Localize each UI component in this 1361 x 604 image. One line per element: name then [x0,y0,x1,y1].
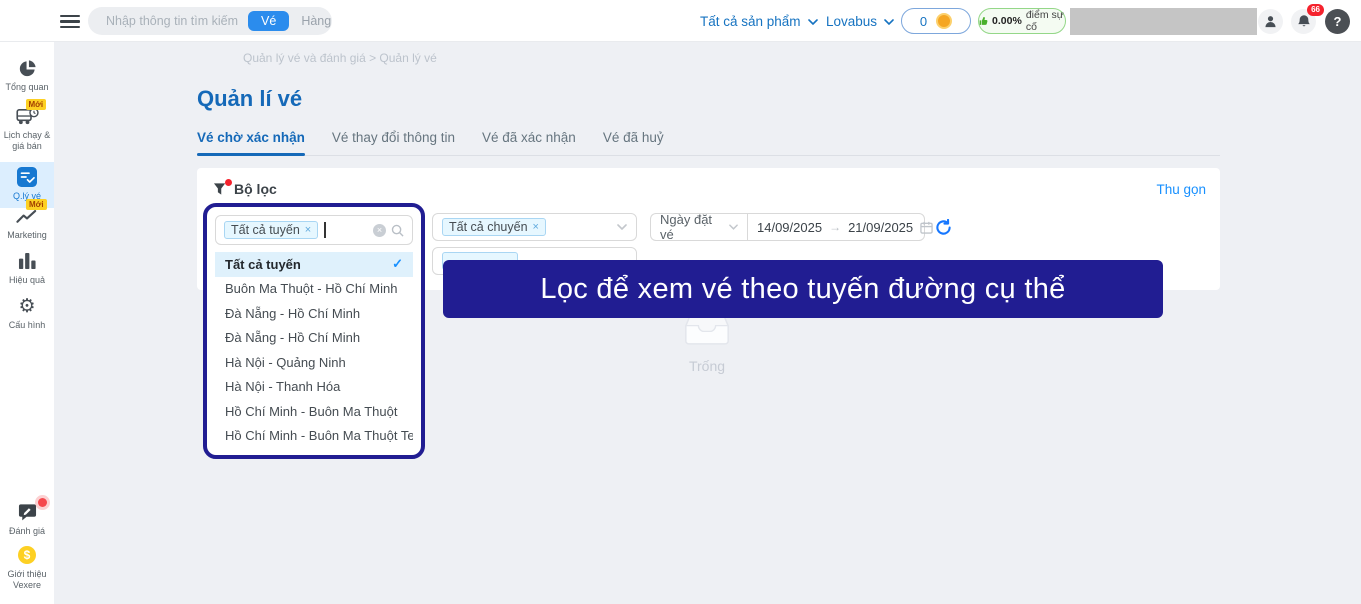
incident-score-pill[interactable]: 0.00% điểm sự cố [978,8,1066,34]
global-search[interactable]: Nhập thông tin tìm kiếm Vé Hàng [88,7,332,35]
breadcrumb: Quản lý vé và đánh giá > Quản lý vé [243,51,437,65]
new-badge: Mới [26,99,47,110]
tag-close-icon[interactable]: × [533,221,539,233]
search-icon [391,224,404,237]
app-screen: Nhập thông tin tìm kiếm Vé Hàng Tất cả s… [0,0,1361,604]
page-title: Quản lí vé [197,86,302,112]
tab-ve-thay-doi-thong-tin[interactable]: Vé thay đổi thông tin [332,130,455,145]
clear-icon[interactable]: × [373,224,386,237]
empty-state-label: Trống [657,358,757,374]
check-icon: ✓ [392,256,403,272]
text-cursor [324,222,326,238]
sidebar-item-marketing[interactable]: Mới Marketing [0,206,54,241]
product-dropdown[interactable]: Tất cả sản phẩm [700,14,818,29]
question-mark-icon: ? [1334,14,1342,29]
segment-ticket-button[interactable]: Vé [248,11,289,31]
chevron-down-icon [617,224,627,230]
notification-count-badge: 66 [1307,4,1324,16]
chevron-down-icon [808,19,818,25]
route-option[interactable]: Hà Nội - Thanh Hóa [215,375,413,400]
incident-percent: 0.00% [992,15,1022,27]
route-filter-highlight: Tất cả tuyến × × Tất cả tuyến ✓ Buôn Ma … [203,203,425,459]
sidebar-item-tong-quan[interactable]: Tổng quan [0,58,54,93]
route-option[interactable]: Đà Nẵng - Hồ Chí Minh [215,301,413,326]
tab-ve-cho-xac-nhan[interactable]: Vé chờ xác nhận [197,130,305,145]
route-option[interactable]: Hà Nội - Quảng Ninh [215,350,413,375]
tab-ve-da-xac-nhan[interactable]: Vé đã xác nhận [482,130,576,145]
refresh-icon [935,219,952,236]
route-option[interactable]: Hồ Chí Minh - Buôn Ma Thuột Test [215,424,413,449]
bell-icon [1297,14,1311,29]
date-type-select[interactable]: Ngày đặt vé [650,213,747,241]
sidebar-item-danh-gia[interactable]: Đánh giá [0,502,54,537]
date-from[interactable]: 14/09/2025 [757,220,822,235]
gear-icon: ⚙ [18,296,35,316]
filter-title: Bộ lọc [234,181,277,197]
filter-funnel-icon [213,182,228,196]
trip-filter-tag: Tất cả chuyến × [442,218,546,236]
coin-balance-pill[interactable]: 0 [901,8,971,34]
tab-ve-da-huy[interactable]: Vé đã huỷ [603,130,664,145]
chevron-down-icon [884,19,894,25]
collapse-filter-link[interactable]: Thu gọn [1156,182,1206,197]
sidebar-item-cau-hinh[interactable]: ⚙ Cấu hình [0,296,54,331]
hamburger-menu-icon[interactable] [60,15,80,31]
notification-dot [38,498,47,507]
pie-chart-icon [18,58,37,78]
segment-goods-button[interactable]: Hàng [289,11,343,31]
route-filter-tag: Tất cả tuyến × [224,221,318,239]
route-option[interactable]: Đà Nẵng - Hồ Chí Minh [215,326,413,351]
date-range-picker[interactable]: 14/09/2025 → 21/09/2025 [747,213,925,241]
user-profile-button[interactable] [1258,9,1283,34]
route-option[interactable]: Hồ Chí Minh - Buôn Ma Thuột [215,399,413,424]
tour-tooltip-banner: Lọc để xem vé theo tuyến đường cụ thể [443,260,1163,318]
route-dropdown-panel: Tất cả tuyến ✓ Buôn Ma Thuột - Hồ Chí Mi… [215,252,413,448]
date-filter-group: Ngày đặt vé 14/09/2025 → 21/09/2025 [650,213,925,241]
sidebar-item-lich-chay[interactable]: Mới Lịch chạy & giá bán [0,106,54,153]
ticket-tabs: Vé chờ xác nhận Vé thay đổi thông tin Vé… [197,130,1220,156]
route-option[interactable]: Tất cả tuyến ✓ [215,252,413,277]
ticket-list-icon [17,167,37,187]
chevron-down-icon [729,224,738,230]
empty-state: Trống [657,311,757,374]
thumbs-up-icon [979,15,988,27]
trend-up-icon: Mới [16,206,38,226]
refresh-button[interactable] [935,219,952,241]
incident-label: điểm sự cố [1026,9,1065,33]
route-filter-select[interactable]: Tất cả tuyến × × [215,215,413,245]
bar-chart-icon [18,251,37,271]
new-badge: Mới [26,199,47,210]
dollar-icon: $ [18,545,36,565]
coin-icon [936,13,952,29]
search-input[interactable]: Nhập thông tin tìm kiếm [106,14,238,28]
calendar-icon [920,221,933,234]
sidebar-item-gioi-thieu-vexere[interactable]: $ Giới thiệu Vexere [0,545,54,592]
bus-schedule-icon: Mới [16,106,39,126]
route-option[interactable]: Buôn Ma Thuột - Hồ Chí Minh [215,277,413,302]
date-to[interactable]: 21/09/2025 [848,220,913,235]
filter-header: Bộ lọc [213,181,277,197]
trip-filter-select[interactable]: Tất cả chuyến × [432,213,637,241]
company-dropdown[interactable]: Lovabus [826,14,894,29]
person-icon [1264,15,1277,28]
topbar: Nhập thông tin tìm kiếm Vé Hàng Tất cả s… [0,0,1361,42]
sidebar: Tổng quan Mới Lịch chạy & giá bán Q.lý v… [0,42,54,604]
sidebar-item-hieu-qua[interactable]: Hiệu quả [0,251,54,286]
coin-count: 0 [920,14,927,29]
notifications-button[interactable]: 66 [1291,9,1316,34]
redacted-account-name [1070,8,1257,35]
help-button[interactable]: ? [1325,9,1350,34]
range-arrow-icon: → [829,220,841,234]
tag-close-icon[interactable]: × [305,224,311,236]
review-icon [18,502,37,522]
